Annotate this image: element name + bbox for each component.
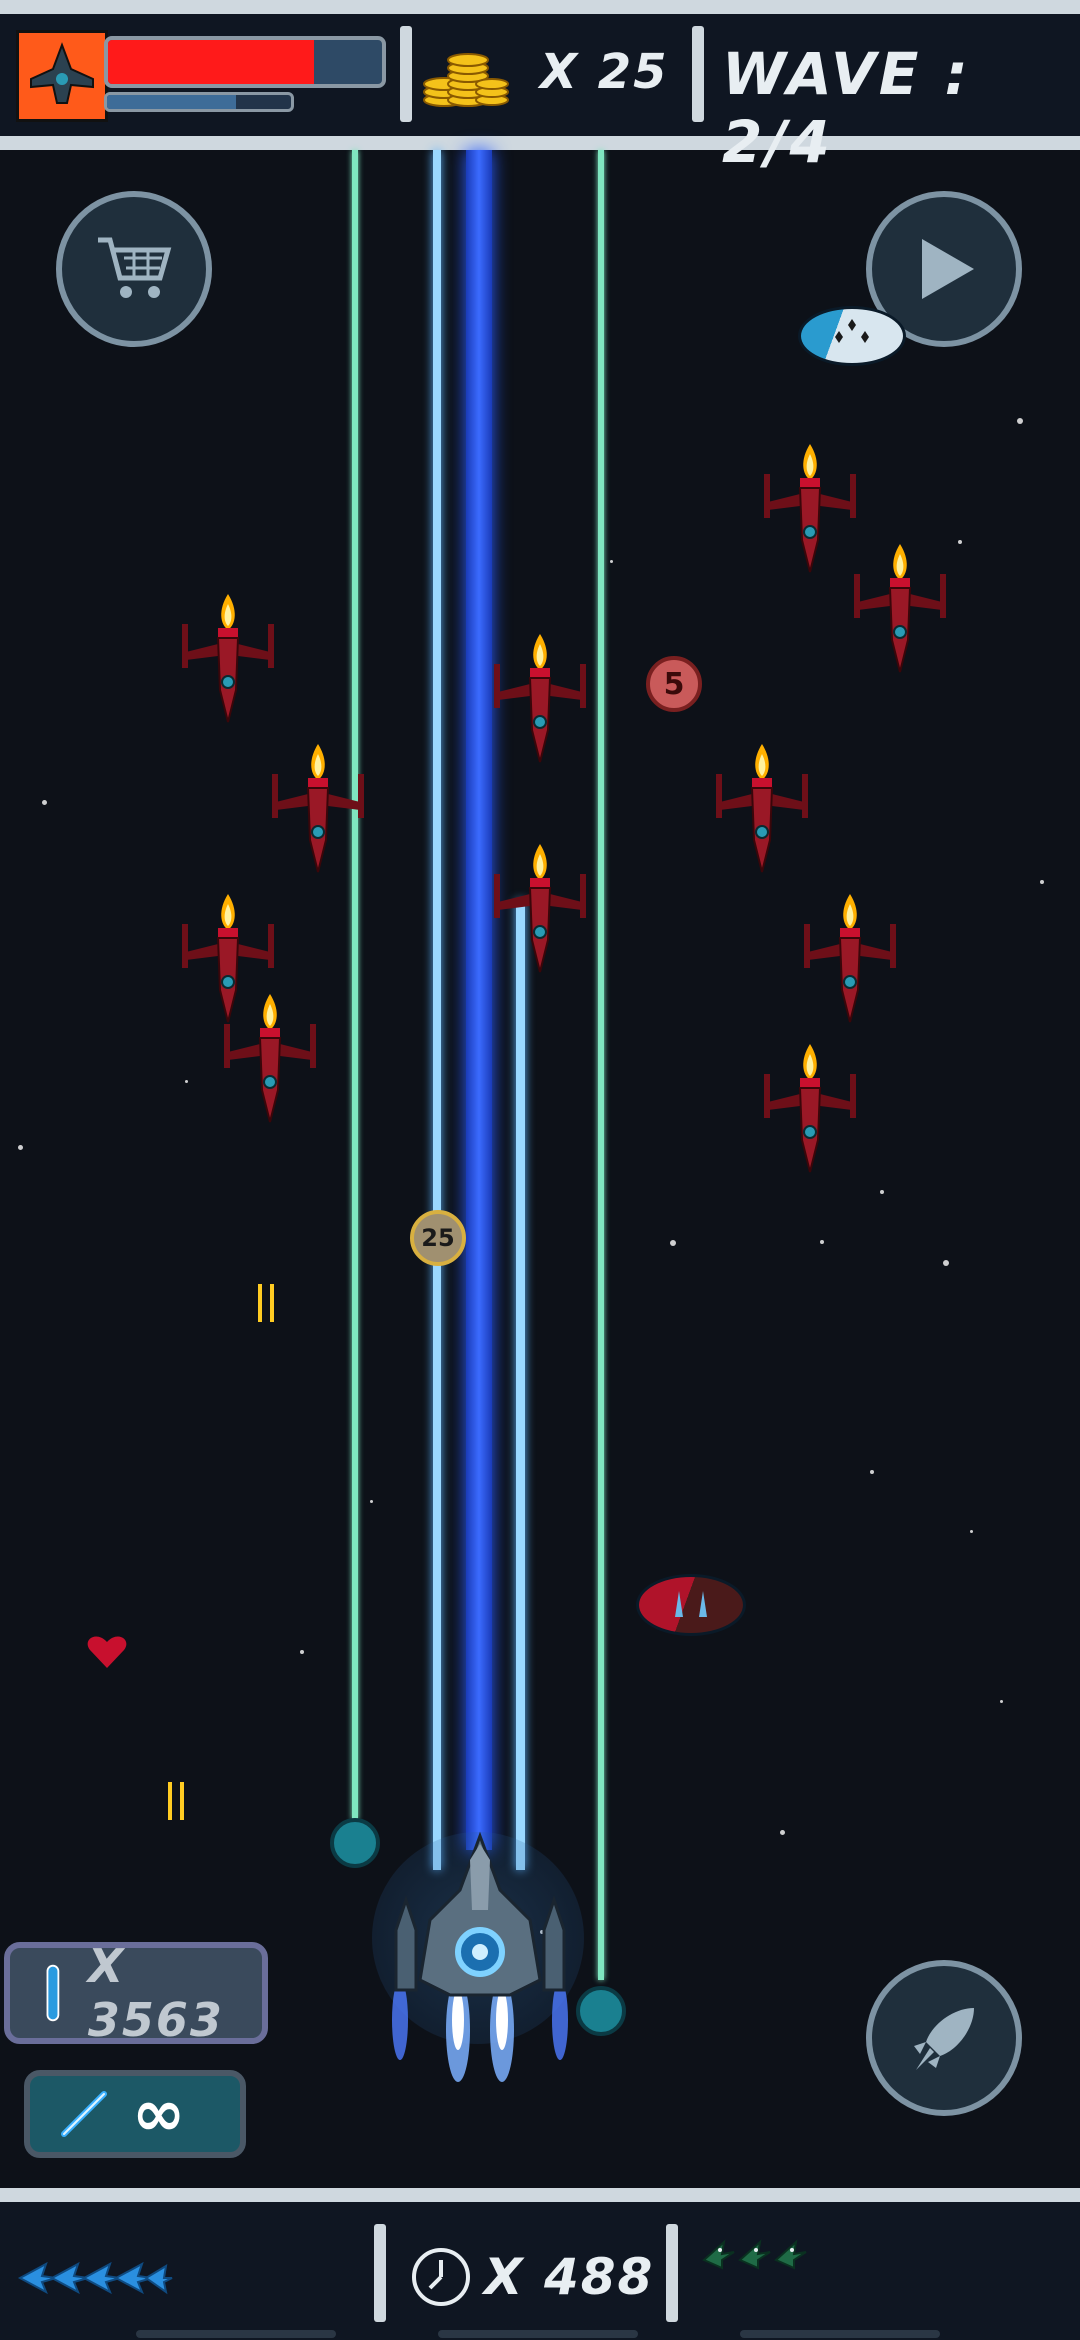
laser-green-right — [598, 150, 604, 1980]
beam-side-left — [433, 150, 441, 1870]
enemy-fighter[interactable] — [800, 890, 900, 1030]
play-icon — [922, 239, 974, 299]
health-fill — [108, 40, 314, 84]
enemy-fighter[interactable] — [760, 1040, 860, 1180]
enemy-bullet — [258, 1284, 274, 1322]
missile-fire-button[interactable] — [866, 1960, 1022, 2116]
formation-icon — [835, 319, 869, 343]
shield-fill — [107, 95, 236, 109]
laser-ammo-infinite: ∞ — [132, 2077, 186, 2151]
laser-icon — [61, 2091, 107, 2137]
enemy-fighter[interactable] — [760, 440, 860, 580]
wingmen-reserve-icon — [702, 2239, 807, 2270]
missile-icon — [46, 1964, 60, 2022]
player-ship-icon — [19, 33, 105, 119]
wingman-drone-left — [330, 1818, 380, 1868]
player-ship[interactable] — [370, 1830, 590, 2090]
beam-side-right — [516, 900, 525, 1870]
top-hud: X 25 WAVE : 2/4 — [0, 0, 1080, 176]
wingman-ship-icon — [675, 1591, 707, 1617]
enemy-fighter[interactable] — [712, 740, 812, 880]
heart-icon — [87, 1636, 127, 1668]
powerup-capsule-ship[interactable] — [636, 1574, 746, 1636]
wingman-drone-right — [576, 1986, 626, 2036]
laser-green-left — [352, 150, 358, 1820]
enemy-fighter[interactable] — [220, 990, 320, 1130]
rocket-icon — [914, 2008, 974, 2070]
cart-icon — [98, 237, 172, 298]
enemy-fighter[interactable] — [850, 540, 950, 680]
enemy-fighter[interactable] — [490, 840, 590, 980]
laser-ammo-panel[interactable]: ∞ — [24, 2070, 246, 2158]
enemy-fighter[interactable] — [490, 630, 590, 770]
player-avatar — [16, 30, 108, 122]
coin-stack-icon — [423, 53, 509, 107]
enemy-fighter[interactable] — [178, 590, 278, 730]
missile-count: X 3563 — [87, 1939, 224, 2047]
coin-value: 25 — [421, 1224, 455, 1252]
powerup-capsule-formation[interactable] — [798, 306, 906, 366]
shield-bar — [104, 92, 294, 112]
timer-value: X 488 — [484, 2248, 655, 2306]
enemy-fighter[interactable] — [268, 740, 368, 880]
lives-wings-icon — [17, 2261, 173, 2295]
health-bar — [104, 36, 386, 88]
bottom-hud: X 488 — [0, 2188, 1080, 2340]
shop-button[interactable] — [56, 191, 212, 347]
enemy-bullet — [168, 1782, 184, 1820]
coin-pickup-large: 25 — [410, 1210, 466, 1266]
coin-value: 5 — [663, 666, 685, 702]
wave-label: WAVE : 2/4 — [722, 40, 971, 176]
clock-icon — [412, 2248, 470, 2306]
coin-count: X 25 — [540, 44, 669, 100]
missile-ammo-panel[interactable]: X 3563 — [4, 1939, 268, 2047]
coin-pickup-small: 5 — [646, 656, 702, 712]
beam-core — [466, 150, 492, 1850]
